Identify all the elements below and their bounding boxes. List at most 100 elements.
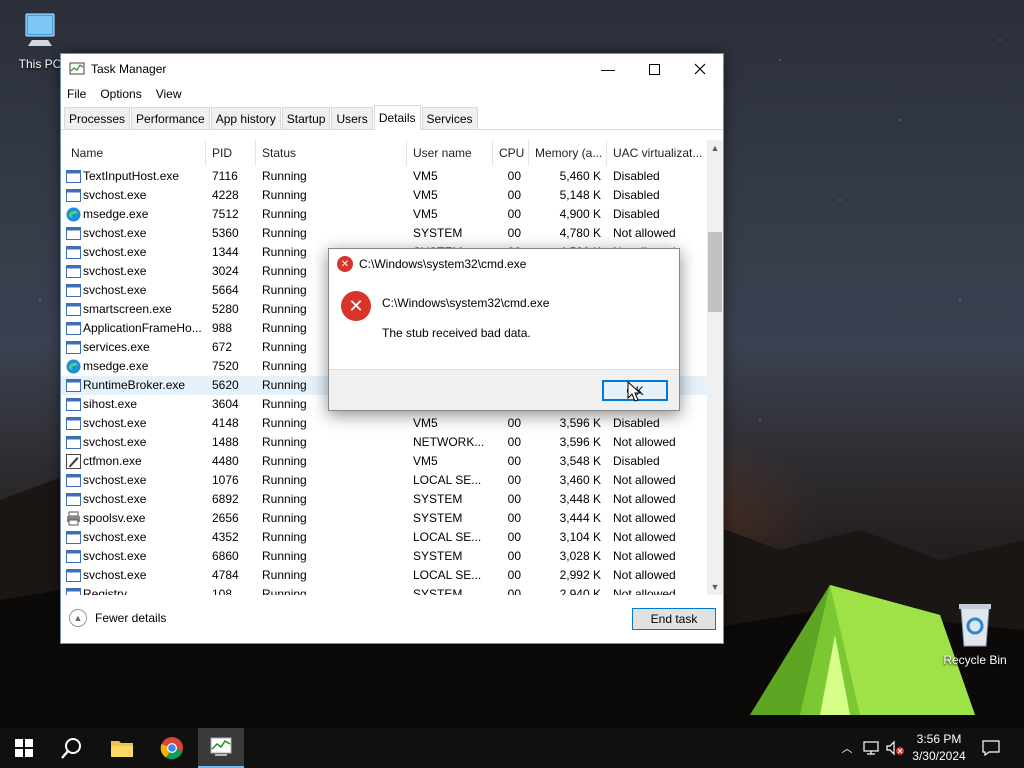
menu-options[interactable]: Options xyxy=(100,87,141,101)
cell-memory: 3,596 K xyxy=(559,416,601,430)
cell-name: ctfmon.exe xyxy=(83,454,142,468)
clock-time: 3:56 PM xyxy=(916,732,962,746)
taskbar-file-explorer[interactable] xyxy=(98,728,146,768)
cell-user: VM5 xyxy=(413,169,438,183)
fewer-details-label: Fewer details xyxy=(95,611,167,625)
cell-user: VM5 xyxy=(413,207,438,221)
tab-services[interactable]: Services xyxy=(421,107,478,129)
table-row[interactable]: TextInputHost.exe 7116 Running VM5 00 5,460 K… xyxy=(61,167,707,186)
close-button[interactable] xyxy=(677,54,723,84)
column-header-user-name[interactable]: User name xyxy=(407,140,493,166)
table-row[interactable]: msedge.exe 7512 Running VM5 00 4,900 K Disable… xyxy=(61,205,707,224)
cell-memory: 3,460 K xyxy=(559,473,601,487)
cell-name: ApplicationFrameHo... xyxy=(83,321,202,335)
cell-user: LOCAL SE... xyxy=(413,473,482,487)
table-row[interactable]: svchost.exe 4148 Running VM5 00 3,596 K Disabl… xyxy=(61,414,707,433)
cell-uac: Disabled xyxy=(613,188,660,202)
tab-performance[interactable]: Performance xyxy=(131,107,210,129)
menu-file[interactable]: File xyxy=(67,87,86,101)
cell-memory: 3,596 K xyxy=(559,435,601,449)
cell-uac: Disabled xyxy=(613,169,660,183)
tab-processes[interactable]: Processes xyxy=(64,107,131,129)
cell-name: TextInputHost.exe xyxy=(83,169,180,183)
application-icon xyxy=(66,246,81,259)
vertical-scrollbar[interactable]: ▲ ▼ xyxy=(707,140,723,595)
cell-name: RuntimeBroker.exe xyxy=(83,378,186,392)
application-icon xyxy=(66,474,81,487)
start-button[interactable] xyxy=(0,728,48,768)
table-row[interactable]: svchost.exe 4228 Running VM5 00 5,148 K Disabl… xyxy=(61,186,707,205)
network-button[interactable] xyxy=(860,728,882,768)
action-center-button[interactable] xyxy=(976,728,1006,768)
cell-pid: 1076 xyxy=(212,473,239,487)
column-header-status[interactable]: Status xyxy=(256,140,407,166)
taskbar-task-manager[interactable] xyxy=(198,728,244,768)
table-row[interactable]: svchost.exe 1076 Running LOCAL SE... 00 3,460… xyxy=(61,471,707,490)
cell-cpu: 00 xyxy=(507,169,521,183)
minimize-button[interactable]: — xyxy=(585,54,631,84)
column-header-uac[interactable]: UAC virtualizat... xyxy=(607,140,707,166)
cell-pid: 1344 xyxy=(212,245,239,259)
table-row[interactable]: ctfmon.exe 4480 Running VM5 00 3,548 K Disable… xyxy=(61,452,707,471)
cell-pid: 988 xyxy=(212,321,233,335)
column-header-memory[interactable]: Memory (a... xyxy=(529,140,607,166)
column-header-pid[interactable]: PID xyxy=(206,140,256,166)
cell-uac: Not allowed xyxy=(613,530,676,544)
scroll-thumb[interactable] xyxy=(708,232,722,312)
cell-uac: Not allowed xyxy=(613,549,676,563)
show-hidden-icons-button[interactable]: ︿ xyxy=(838,728,856,768)
volume-button[interactable] xyxy=(884,728,906,768)
application-icon xyxy=(66,379,81,392)
cell-status: Running xyxy=(262,188,307,202)
tab-startup[interactable]: Startup xyxy=(281,107,331,129)
menu-view[interactable]: View xyxy=(156,87,182,101)
end-task-button[interactable]: End task xyxy=(632,608,716,630)
table-row[interactable]: spoolsv.exe 2656 Running SYSTEM 00 3,444 K Not… xyxy=(61,509,707,528)
scroll-up-icon[interactable]: ▲ xyxy=(707,140,723,156)
cell-uac: Not allowed xyxy=(613,226,676,240)
cell-user: VM5 xyxy=(413,416,438,430)
cell-cpu: 00 xyxy=(507,207,521,221)
title-bar[interactable]: Task Manager — xyxy=(61,54,723,84)
dialog-title: C:\Windows\system32\cmd.exe xyxy=(359,257,527,271)
application-icon xyxy=(66,398,81,411)
cell-name: svchost.exe xyxy=(83,568,147,582)
column-header-cpu[interactable]: CPU xyxy=(493,140,529,166)
cell-name: svchost.exe xyxy=(83,492,147,506)
chevron-up-icon: ▲ xyxy=(69,609,87,627)
maximize-button[interactable] xyxy=(631,54,677,84)
table-row[interactable]: svchost.exe 4784 Running LOCAL SE... 00 2,992… xyxy=(61,566,707,585)
notification-icon xyxy=(982,740,1000,756)
column-header-name[interactable]: Name xyxy=(61,140,206,166)
desktop-icon-recycle-bin[interactable]: Recycle Bin xyxy=(935,600,1015,667)
application-icon xyxy=(66,322,81,335)
dialog-body: ✕ C:\Windows\system32\cmd.exe The stub r… xyxy=(329,279,679,369)
table-row[interactable]: svchost.exe 6860 Running SYSTEM 00 3,028 K Not… xyxy=(61,547,707,566)
tab-app-history[interactable]: App history xyxy=(210,107,281,129)
table-row[interactable]: svchost.exe 1488 Running NETWORK... 00 3,596 … xyxy=(61,433,707,452)
search-button[interactable] xyxy=(48,728,96,768)
tab-details[interactable]: Details xyxy=(373,105,421,130)
table-row[interactable]: svchost.exe 6892 Running SYSTEM 00 3,448 K Not… xyxy=(61,490,707,509)
chrome-icon xyxy=(160,737,183,760)
error-icon: ✕ xyxy=(341,291,371,321)
edge-icon xyxy=(66,207,81,222)
cell-name: sihost.exe xyxy=(83,397,138,411)
cell-pid: 5620 xyxy=(212,378,239,392)
cell-pid: 7520 xyxy=(212,359,239,373)
table-row[interactable]: svchost.exe 5360 Running SYSTEM 00 4,780 K Not… xyxy=(61,224,707,243)
system-clock[interactable]: 3:56 PM 3/30/2024 xyxy=(906,731,972,765)
tab-users[interactable]: Users xyxy=(331,107,373,129)
cell-cpu: 00 xyxy=(507,226,521,240)
dialog-title-bar[interactable]: ✕ C:\Windows\system32\cmd.exe xyxy=(329,249,679,279)
cell-uac: Disabled xyxy=(613,454,660,468)
clock-date: 3/30/2024 xyxy=(912,749,966,763)
cell-pid: 6860 xyxy=(212,549,239,563)
cell-uac: Not allowed xyxy=(613,568,676,582)
taskbar-chrome[interactable] xyxy=(148,728,196,768)
cell-cpu: 00 xyxy=(507,473,521,487)
cell-user: LOCAL SE... xyxy=(413,568,482,582)
cell-status: Running xyxy=(262,473,307,487)
table-row[interactable]: svchost.exe 4352 Running LOCAL SE... 00 3,104… xyxy=(61,528,707,547)
fewer-details-button[interactable]: ▲ Fewer details xyxy=(69,609,166,627)
